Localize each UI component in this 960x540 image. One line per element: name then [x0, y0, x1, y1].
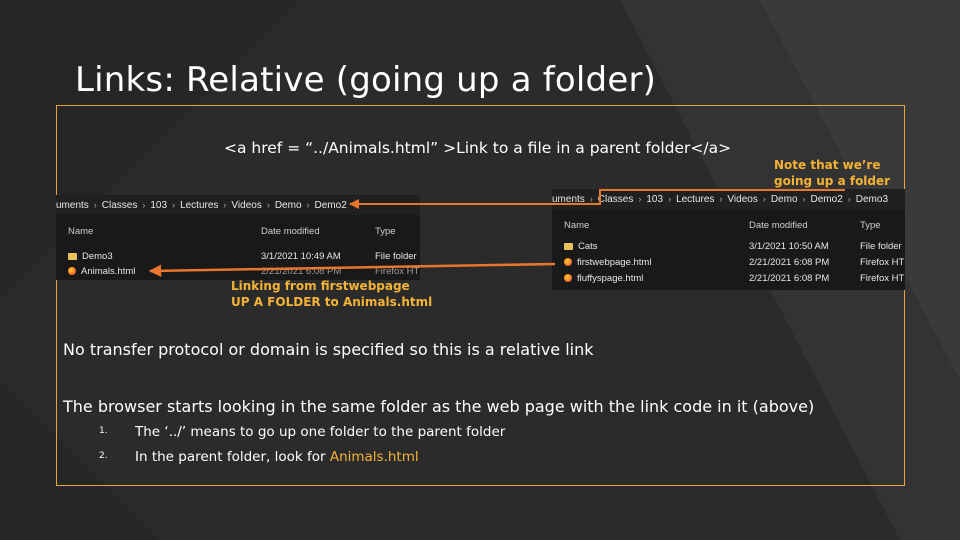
list-text-highlight: Animals.html [329, 449, 419, 465]
list-number: 2. [99, 451, 108, 461]
code-example: <a href = “../Animals.html” >Link to a f… [224, 139, 732, 157]
chevron-right-icon: › [306, 200, 310, 210]
file-type: Firefox HTI [375, 266, 420, 277]
file-date: 2/21/2021 6:08 PM [261, 266, 342, 277]
header-type[interactable]: Type [375, 226, 396, 237]
file-name: Demo3 [82, 251, 113, 262]
breadcrumb-item[interactable]: uments [552, 194, 585, 205]
list-number: 1. [99, 426, 108, 436]
list-text: In the parent folder, look for Animals.h… [135, 449, 419, 465]
linking-line-2: UP A FOLDER to Animals.html [231, 295, 433, 309]
breadcrumb-item[interactable]: Demo [771, 194, 798, 205]
file-type: File folder [860, 241, 902, 252]
chevron-right-icon: › [719, 194, 723, 204]
file-type: Firefox HTN [860, 273, 905, 284]
header-date[interactable]: Date modified [261, 226, 320, 237]
file-name: fluffyspage.html [577, 273, 644, 284]
explorer-left: uments › Classes › 103 › Lectures › Videos › Demo ›… [56, 195, 420, 280]
linking-line-1: Linking from firstwebpage [231, 279, 410, 293]
breadcrumb-item[interactable]: Lectures [180, 200, 218, 211]
chevron-right-icon: › [802, 194, 806, 204]
breadcrumb-item[interactable]: Demo3 [856, 194, 888, 205]
breadcrumb-item[interactable]: Demo [275, 200, 302, 211]
file-date: 2/21/2021 6:08 PM [749, 257, 830, 268]
file-date: 2/21/2021 6:08 PM [749, 273, 830, 284]
browser-lookup-explanation: The browser starts looking in the same f… [63, 397, 815, 416]
chevron-right-icon: › [847, 194, 851, 204]
breadcrumb-item[interactable]: Classes [102, 200, 138, 211]
file-row-cats[interactable]: Cats 3/1/2021 10:50 AM File folder [564, 241, 904, 255]
relative-link-explanation: No transfer protocol or domain is specif… [63, 340, 594, 359]
file-type: File folder [375, 251, 417, 262]
breadcrumb-item[interactable]: Demo2 [315, 200, 347, 211]
file-date: 3/1/2021 10:49 AM [261, 251, 341, 262]
chevron-right-icon: › [266, 200, 270, 210]
breadcrumb-item[interactable]: 103 [646, 194, 663, 205]
chevron-right-icon: › [223, 200, 227, 210]
page-title: Links: Relative (going up a folder) [75, 60, 657, 100]
header-name[interactable]: Name [564, 220, 589, 231]
file-row-fluffyspage[interactable]: fluffyspage.html 2/21/2021 6:08 PM Firef… [564, 273, 905, 287]
folder-icon [564, 243, 573, 250]
file-name: Animals.html [81, 266, 136, 277]
breadcrumb-item[interactable]: Videos [231, 200, 261, 211]
file-row-demo3[interactable]: Demo3 3/1/2021 10:49 AM File folder [68, 251, 418, 265]
breadcrumb-left: uments › Classes › 103 › Lectures › Videos › Demo ›… [56, 195, 420, 215]
firefox-icon [68, 267, 76, 275]
file-row-firstwebpage[interactable]: firstwebpage.html 2/21/2021 6:08 PM Fire… [564, 257, 905, 271]
chevron-right-icon: › [172, 200, 176, 210]
breadcrumb-item[interactable]: Demo2 [811, 194, 843, 205]
breadcrumb-item[interactable]: Videos [727, 194, 757, 205]
chevron-right-icon: › [142, 200, 146, 210]
breadcrumb-item[interactable]: Lectures [676, 194, 714, 205]
firefox-icon [564, 274, 572, 282]
folder-icon [68, 253, 77, 260]
list-text: The ‘../’ means to go up one folder to t… [135, 424, 506, 440]
file-name: Cats [578, 241, 598, 252]
breadcrumb-item[interactable]: Classes [598, 194, 634, 205]
chevron-right-icon: › [638, 194, 642, 204]
breadcrumb-right: uments › Classes › 103 › Lectures › Videos › Demo ›… [552, 189, 905, 209]
linking-caption: Linking from firstwebpage UP A FOLDER to… [231, 278, 432, 310]
chevron-right-icon: › [93, 200, 97, 210]
explorer-right: uments › Classes › 103 › Lectures › Videos › Demo ›… [552, 189, 905, 290]
breadcrumb-item[interactable]: uments [56, 200, 89, 211]
header-name[interactable]: Name [68, 226, 93, 237]
file-name: firstwebpage.html [577, 257, 652, 268]
firefox-icon [564, 258, 572, 266]
list-text-prefix: In the parent folder, look for [135, 449, 330, 465]
chevron-right-icon: › [668, 194, 672, 204]
header-type[interactable]: Type [860, 220, 881, 231]
file-type: Firefox HTN [860, 257, 905, 268]
header-date[interactable]: Date modified [749, 220, 808, 231]
chevron-right-icon: › [762, 194, 766, 204]
file-date: 3/1/2021 10:50 AM [749, 241, 829, 252]
breadcrumb-item[interactable]: 103 [150, 200, 167, 211]
chevron-right-icon: › [589, 194, 593, 204]
